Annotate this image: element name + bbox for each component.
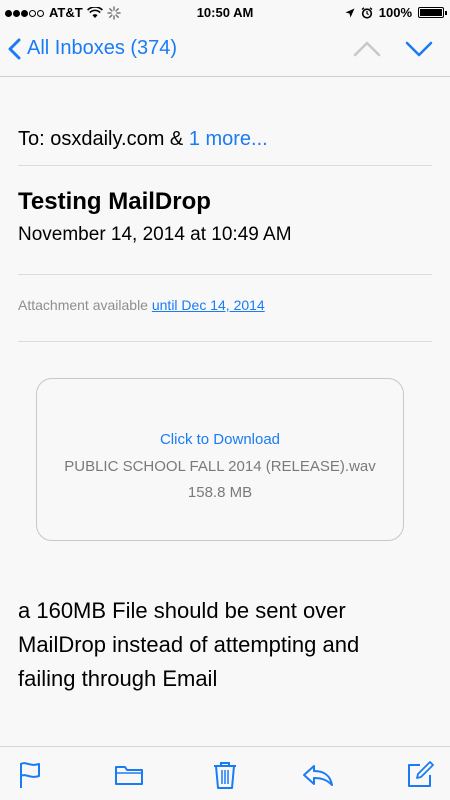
email-date: November 14, 2014 at 10:49 AM: [18, 224, 292, 245]
recipients-label: To: osxdaily.com &: [18, 128, 184, 150]
click-to-download-link[interactable]: Click to Download: [37, 431, 403, 448]
flag-button[interactable]: [14, 759, 46, 791]
location-arrow-icon: [345, 8, 355, 17]
divider: [18, 274, 432, 275]
attachment-filename: PUBLIC SCHOOL FALL 2014 (RELEASE).wav: [64, 458, 376, 475]
folder-icon: [115, 766, 143, 785]
battery-icon: [418, 7, 447, 18]
attachment-expiry-link[interactable]: until Dec 14, 2014: [152, 297, 265, 313]
chevron-up-icon[interactable]: [352, 38, 382, 60]
flag-icon: [20, 762, 40, 788]
email-subject: Testing MailDrop: [18, 188, 211, 215]
attachment-size: 158.8 MB: [187, 484, 253, 501]
divider: [18, 165, 432, 166]
back-button-label: All Inboxes (374): [27, 37, 178, 59]
battery-percent: 100%: [378, 5, 412, 20]
email-body: a 160MB File should be sent over MailDro…: [18, 598, 360, 691]
attachment-available-label: Attachment available: [18, 297, 148, 313]
message-nav: [352, 38, 434, 60]
nav-bar: All Inboxes (374): [0, 26, 450, 77]
maildrop-download-card[interactable]: Click to Download PUBLIC SCHOOL FALL 201…: [36, 378, 404, 541]
compose-icon: [408, 761, 434, 787]
trash-icon: [214, 762, 236, 789]
status-right: 100%: [345, 5, 447, 20]
divider: [18, 341, 432, 342]
attachment-note: Attachment available until Dec 14, 2014: [18, 297, 265, 313]
status-bar: AT&T 10:50 AM 100%: [0, 0, 450, 26]
trash-button[interactable]: [209, 759, 241, 791]
bottom-toolbar: [0, 746, 450, 800]
reply-icon: [303, 765, 333, 786]
battery-level: [420, 9, 442, 16]
back-button[interactable]: All Inboxes (374): [8, 37, 177, 60]
recipients-line: To: osxdaily.com & 1 more...: [18, 128, 268, 151]
alarm-icon: [361, 6, 373, 19]
chevron-down-icon[interactable]: [404, 38, 434, 60]
reply-button[interactable]: [302, 759, 334, 791]
chevron-left-icon: [8, 38, 21, 59]
more-recipients-link[interactable]: 1 more...: [189, 128, 268, 150]
move-to-folder-button[interactable]: [113, 759, 145, 791]
compose-button[interactable]: [404, 759, 436, 791]
